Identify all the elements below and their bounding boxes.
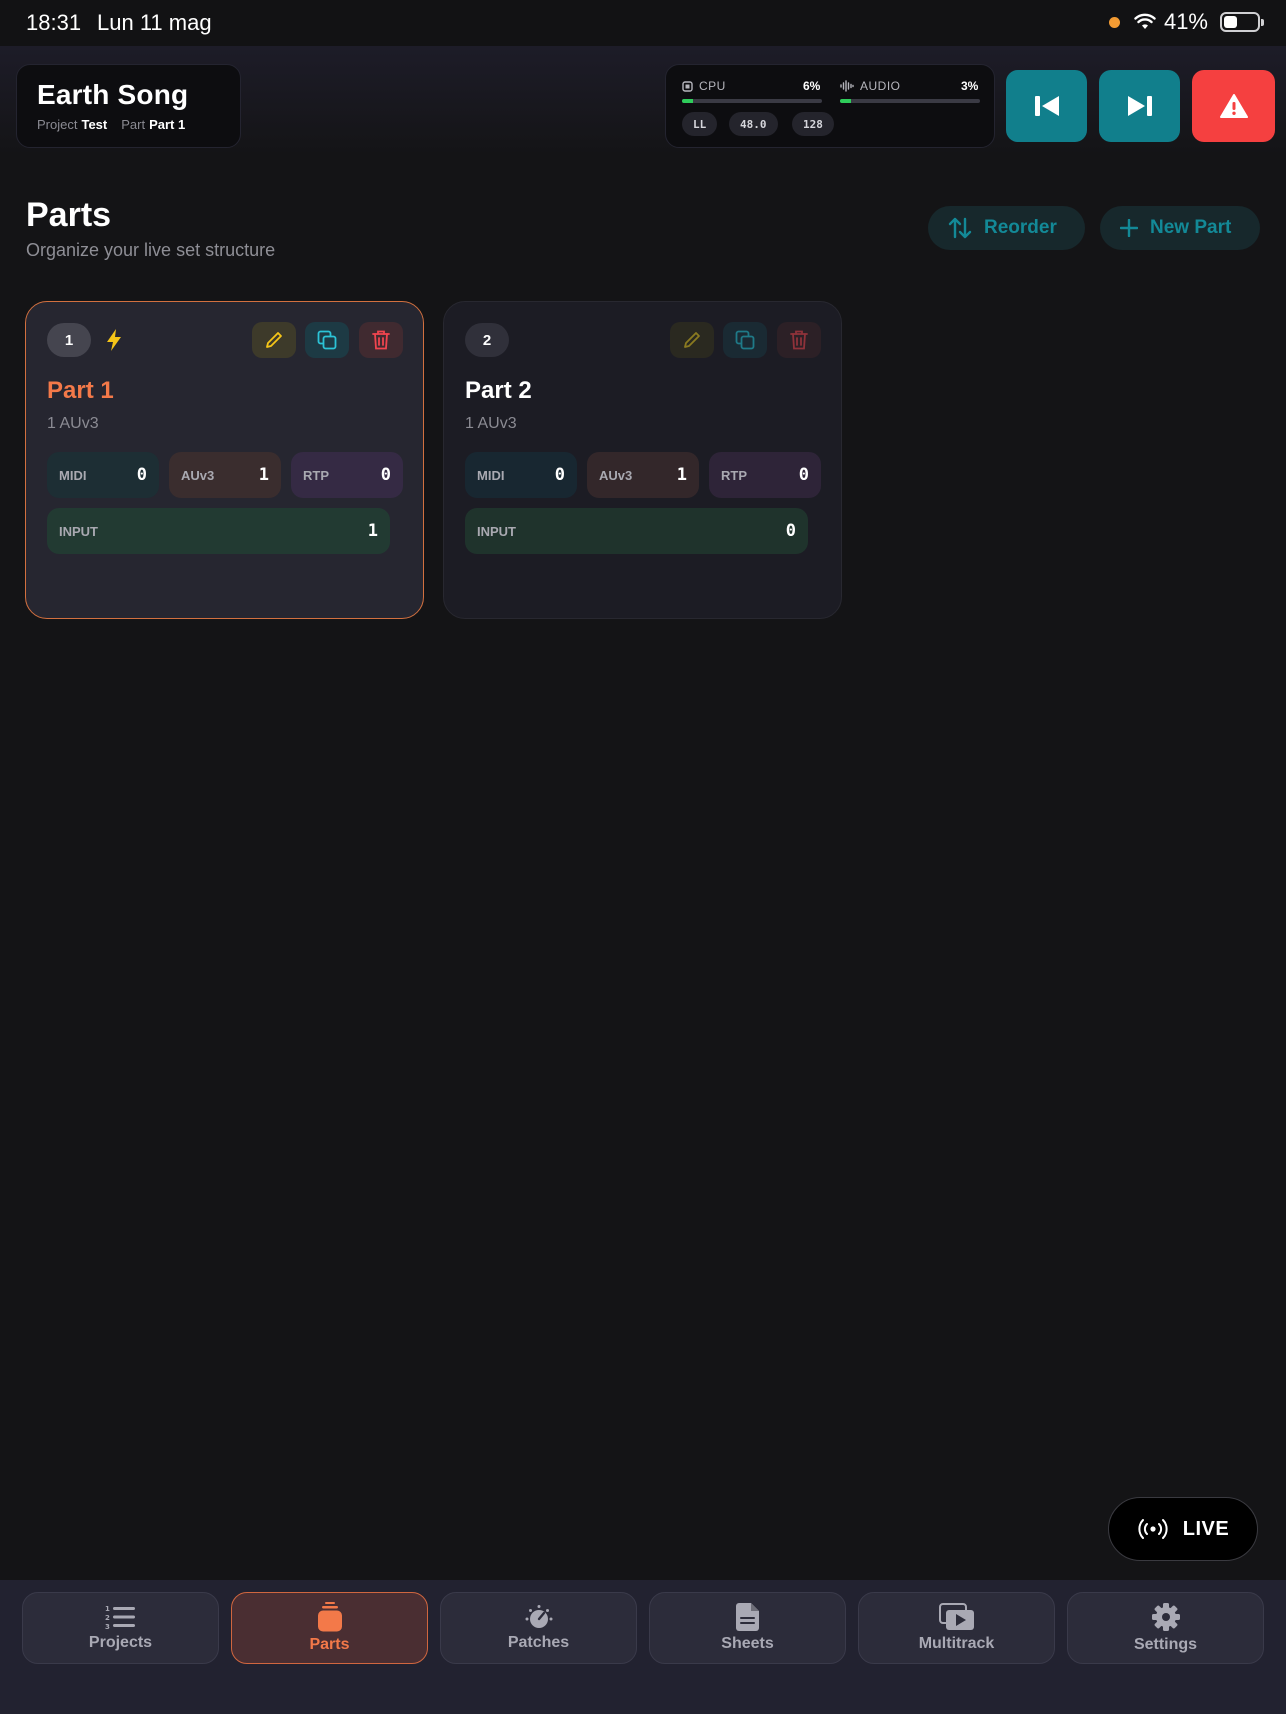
reorder-button[interactable]: Reorder (928, 206, 1085, 250)
audio-meter (840, 99, 980, 103)
song-meta: Project Test Part Part 1 (37, 117, 186, 132)
cpu-value: 6% (803, 79, 821, 93)
midi-count: MIDI 0 (465, 452, 577, 498)
next-part-button[interactable] (1099, 70, 1180, 142)
layers-icon (317, 1602, 342, 1632)
part-card-2[interactable]: 2 Part 2 1 AUv3 MIDI 0 AUv3 1 RTP 0 INPUT 0 (443, 301, 842, 619)
part-number-badge: 1 (47, 323, 91, 357)
knob-icon (525, 1605, 552, 1628)
copy-icon (317, 330, 337, 350)
edit-part-button[interactable] (670, 322, 714, 358)
broadcast-icon (1138, 1519, 1168, 1539)
rtp-count: RTP 0 (709, 452, 821, 498)
project-name: Test (81, 117, 108, 132)
numbered-list-icon: 123 (105, 1605, 135, 1630)
status-time: 18:31 (26, 10, 82, 35)
waveform-icon (840, 80, 854, 92)
cpu-label: CPU (682, 79, 726, 93)
tab-parts[interactable]: Parts (231, 1592, 428, 1664)
trash-icon (790, 330, 808, 350)
trash-icon (372, 330, 390, 350)
lightning-icon (107, 329, 121, 351)
part-subtitle: 1 AUv3 (465, 415, 517, 432)
tab-sheets[interactable]: Sheets (649, 1592, 846, 1664)
pencil-icon (266, 332, 282, 348)
battery-percent: 41% (1163, 9, 1208, 34)
tab-multitrack[interactable]: Multitrack (858, 1592, 1055, 1664)
live-mode-button[interactable]: LIVE (1108, 1497, 1258, 1561)
song-title: Earth Song (37, 79, 189, 110)
current-part-name: Part 1 (149, 117, 186, 132)
sample-rate-pill: 48.0 (729, 112, 778, 136)
svg-text:1: 1 (105, 1605, 110, 1613)
copy-icon (735, 330, 755, 350)
song-info-card[interactable]: Earth Song Project Test Part Part 1 (16, 64, 241, 148)
tab-bar: 123 Projects Parts Patches Sheets Multit… (0, 1580, 1286, 1714)
recording-dot-icon (1108, 16, 1120, 28)
cpu-meter (682, 99, 822, 103)
skip-next-icon (1127, 96, 1152, 116)
media-play-icon (938, 1603, 974, 1630)
panic-button[interactable] (1192, 70, 1275, 142)
page-title: Parts (26, 196, 112, 234)
skip-previous-icon (1034, 96, 1059, 116)
audio-label: AUDIO (840, 79, 901, 93)
previous-part-button[interactable] (1006, 70, 1087, 142)
buffer-size-pill: 128 (792, 112, 834, 136)
battery-icon (1220, 12, 1264, 32)
wifi-icon (1134, 13, 1156, 29)
input-count: INPUT 0 (465, 508, 808, 554)
status-indicators: 41% (1108, 9, 1264, 35)
audio-value: 3% (961, 79, 979, 93)
rtp-count: RTP 0 (291, 452, 403, 498)
delete-part-button[interactable] (359, 322, 403, 358)
auv3-count: AUv3 1 (169, 452, 281, 498)
duplicate-part-button[interactable] (723, 322, 767, 358)
status-bar: 18:31 Lun 11 mag 41% (0, 0, 1286, 46)
midi-count: MIDI 0 (47, 452, 159, 498)
status-date: Lun 11 mag (97, 10, 212, 35)
tab-settings[interactable]: Settings (1067, 1592, 1264, 1664)
svg-text:3: 3 (105, 1623, 110, 1630)
tab-patches[interactable]: Patches (440, 1592, 637, 1664)
auv3-count: AUv3 1 (587, 452, 699, 498)
page-subtitle: Organize your live set structure (26, 240, 276, 260)
gear-icon (1151, 1603, 1180, 1631)
svg-text:2: 2 (105, 1614, 110, 1622)
latency-mode-pill: LL (682, 112, 718, 136)
tab-projects[interactable]: 123 Projects (22, 1592, 219, 1664)
edit-part-button[interactable] (252, 322, 296, 358)
pencil-icon (684, 332, 700, 348)
new-part-button[interactable]: New Part (1100, 206, 1260, 250)
input-count: INPUT 1 (47, 508, 390, 554)
chip-icon (682, 80, 693, 92)
document-icon (735, 1603, 759, 1631)
performance-monitor: CPU 6% AUDIO 3% LL 48.0 128 (665, 64, 995, 148)
part-subtitle: 1 AUv3 (47, 415, 99, 432)
warning-icon (1219, 94, 1248, 118)
plus-icon (1120, 219, 1138, 237)
part-number-badge: 2 (465, 323, 509, 357)
duplicate-part-button[interactable] (305, 322, 349, 358)
part-title: Part 2 (465, 377, 532, 404)
swap-vertical-icon (948, 217, 972, 239)
part-title: Part 1 (47, 377, 114, 404)
delete-part-button[interactable] (777, 322, 821, 358)
part-card-1[interactable]: 1 Part 1 1 AUv3 MIDI 0 AUv3 1 RTP 0 INPUT 1 (25, 301, 424, 619)
